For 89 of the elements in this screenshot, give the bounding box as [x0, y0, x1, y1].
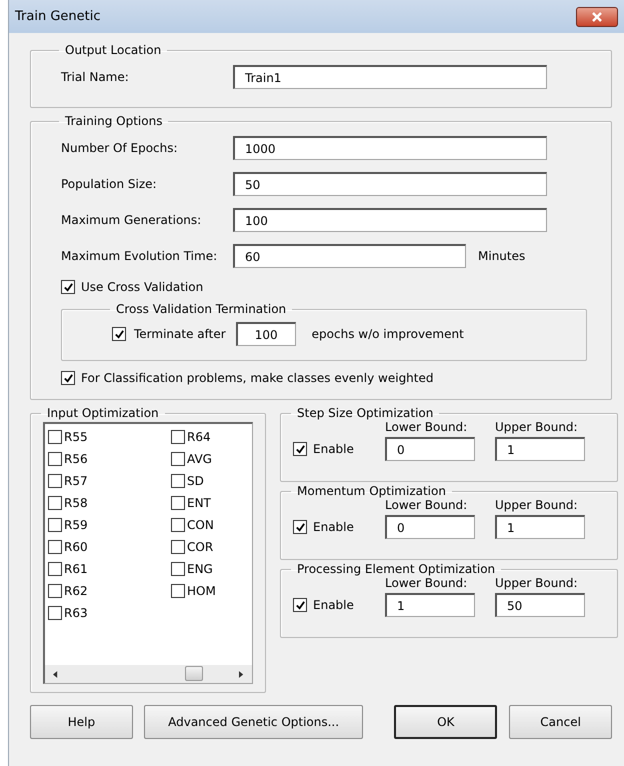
- checkbox-label: COR: [187, 540, 214, 554]
- checkbox-label: HOM: [187, 584, 216, 598]
- field-label: Trial Name:: [61, 70, 130, 84]
- checkbox[interactable]: [171, 584, 185, 598]
- checkbox-label: R57: [64, 474, 88, 488]
- checkbox-label: R61: [64, 562, 88, 576]
- group-title: Processing Element Optimization: [296, 562, 496, 576]
- checkbox[interactable]: [171, 496, 185, 510]
- checkbox[interactable]: [293, 520, 307, 534]
- checkbox[interactable]: [48, 518, 62, 532]
- checkbox-label: R56: [64, 452, 88, 466]
- field-label: Population Size:: [61, 177, 158, 191]
- field-label: Maximum Evolution Time:: [61, 249, 218, 263]
- checkbox-label: Use Cross Validation: [81, 280, 204, 294]
- input-field[interactable]: 1: [495, 515, 585, 539]
- checkbox[interactable]: [48, 452, 62, 466]
- field-label: Maximum Generations:: [61, 213, 202, 227]
- window-title: Train Genetic: [15, 9, 100, 24]
- checkbox-label: ENT: [187, 496, 211, 510]
- field-label: Number Of Epochs:: [61, 141, 179, 155]
- checkbox[interactable]: [293, 598, 307, 612]
- checkbox-label: AVG: [187, 452, 212, 466]
- scroll-left-icon[interactable]: [53, 670, 58, 678]
- dialog-button[interactable]: Help: [30, 705, 133, 739]
- group-title: Output Location: [64, 43, 162, 57]
- checkbox-label: R55: [64, 430, 88, 444]
- checkbox-label: ENG: [187, 562, 213, 576]
- suffix-label: epochs w/o improvement: [312, 327, 464, 341]
- input-field[interactable]: 1000: [233, 136, 547, 160]
- input-field[interactable]: Train1: [233, 65, 547, 89]
- checkbox[interactable]: [48, 430, 62, 444]
- field-label: Lower Bound:: [385, 576, 468, 590]
- input-field[interactable]: 50: [495, 593, 585, 617]
- group-title: Momentum Optimization: [296, 484, 447, 498]
- checkbox[interactable]: [48, 584, 62, 598]
- checkbox-label: Terminate after: [134, 327, 226, 341]
- checkbox[interactable]: [48, 562, 62, 576]
- unit-label: Minutes: [478, 249, 526, 263]
- checkbox-label: R59: [64, 518, 88, 532]
- checkbox-label: R58: [64, 496, 88, 510]
- group-title: Step Size Optimization: [296, 406, 434, 420]
- scroll-thumb[interactable]: [185, 666, 203, 681]
- field-label: Lower Bound:: [385, 498, 468, 512]
- checkbox[interactable]: [171, 562, 185, 576]
- checkbox[interactable]: [48, 606, 62, 620]
- dialog-button[interactable]: Cancel: [509, 705, 612, 739]
- checkbox[interactable]: [293, 442, 307, 456]
- checkbox[interactable]: [171, 474, 185, 488]
- dialog-button[interactable]: OK: [394, 705, 498, 739]
- checkbox[interactable]: [112, 327, 126, 341]
- checkbox[interactable]: [171, 518, 185, 532]
- horizontal-scrollbar[interactable]: [45, 665, 252, 683]
- dialog-button[interactable]: Advanced Genetic Options...: [144, 705, 364, 739]
- checkbox[interactable]: [61, 280, 75, 294]
- checkbox-label: Enable: [313, 442, 354, 456]
- input-field[interactable]: 50: [233, 172, 547, 196]
- checkbox-label: R62: [64, 584, 88, 598]
- group-title: Training Options: [64, 114, 164, 128]
- input-field[interactable]: 100: [233, 208, 547, 232]
- field-label: Upper Bound:: [495, 576, 579, 590]
- group-title: Input Optimization: [46, 406, 160, 420]
- checkbox-label: R63: [64, 606, 88, 620]
- checkbox[interactable]: [48, 540, 62, 554]
- checkbox[interactable]: [48, 496, 62, 510]
- input-field[interactable]: 1: [495, 437, 585, 461]
- group-title: Cross Validation Termination: [115, 302, 288, 316]
- scroll-right-icon[interactable]: [239, 670, 244, 678]
- input-field[interactable]: 1: [385, 593, 475, 617]
- checkbox[interactable]: [61, 371, 75, 385]
- checkbox-label: R60: [64, 540, 88, 554]
- checkbox-label: CON: [187, 518, 214, 532]
- field-label: Upper Bound:: [495, 420, 579, 434]
- checkbox[interactable]: [48, 474, 62, 488]
- checkbox-label: Enable: [313, 520, 354, 534]
- field-label: Upper Bound:: [495, 498, 579, 512]
- checkbox[interactable]: [171, 452, 185, 466]
- field-label: Lower Bound:: [385, 420, 468, 434]
- checkbox[interactable]: [171, 430, 185, 444]
- close-icon: [591, 10, 603, 22]
- input-field[interactable]: 60: [233, 244, 466, 268]
- checkbox[interactable]: [171, 540, 185, 554]
- checkbox-label: For Classification problems, make classes evenly weighted: [81, 371, 434, 385]
- checkbox-label: SD: [187, 474, 204, 488]
- checkbox-label: Enable: [313, 598, 354, 612]
- input-field[interactable]: 0: [385, 437, 475, 461]
- close-button[interactable]: [576, 6, 618, 26]
- input-field[interactable]: 0: [385, 515, 475, 539]
- checkbox-label: R64: [187, 430, 211, 444]
- input-field[interactable]: 100: [236, 322, 296, 346]
